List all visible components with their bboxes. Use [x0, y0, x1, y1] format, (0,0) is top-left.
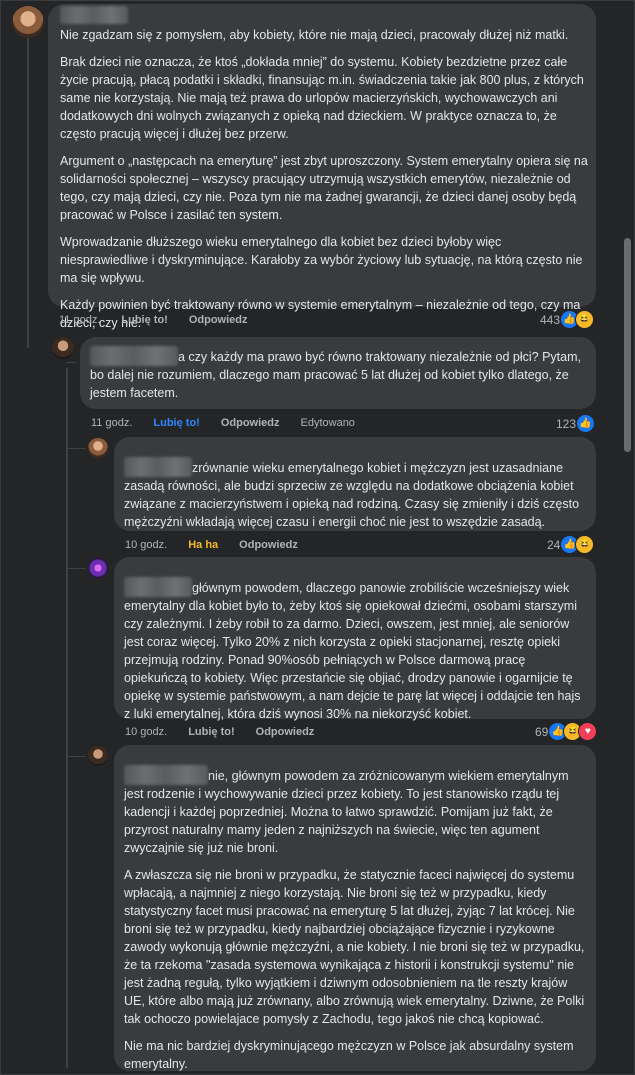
comment-paragraph: Wprowadzanie dłuższego wieku emerytalneg… — [60, 235, 583, 285]
author-name[interactable] — [90, 346, 178, 366]
heart-icon: ♥ — [578, 722, 598, 741]
laughing-face-icon: 😆 — [575, 310, 595, 329]
avatar[interactable] — [88, 438, 108, 458]
comment-bubble: zrównanie wieku emerytalnego kobiet i mę… — [114, 437, 596, 531]
comment-actions: 10 godz. Ha ha Odpowiedz — [125, 536, 298, 554]
reaction-count: 123 — [556, 416, 577, 431]
comment-bubble: a czy każdy ma prawo być równo traktowan… — [80, 337, 596, 409]
comment-text: nie, głównym powodem za zróżnicowanym wi… — [124, 765, 588, 1073]
reactions[interactable]: 123 👍 — [556, 414, 596, 433]
comment-paragraph: głównym powodem, dlaczego panowie zrobil… — [124, 581, 581, 721]
timestamp[interactable]: 11 godz. — [59, 311, 100, 329]
avatar[interactable] — [88, 746, 108, 766]
avatar[interactable] — [88, 558, 108, 578]
comment-paragraph: Argument o „następcach na emeryturę” jes… — [60, 154, 588, 222]
author-name[interactable] — [124, 765, 208, 785]
comment-paragraph: Nie zgadzam się z pomysłem, aby kobiety,… — [60, 28, 569, 42]
reply-button[interactable]: Odpowiedz — [239, 536, 298, 554]
author-name[interactable] — [124, 577, 192, 597]
like-button[interactable]: Lubię to! — [188, 723, 234, 741]
author-name[interactable] — [124, 457, 192, 477]
comment-bubble: nie, głównym powodem za zróżnicowanym wi… — [114, 745, 596, 1071]
thread-line — [66, 448, 86, 449]
comment-paragraph: Brak dzieci nie oznacza, że ktoś „dokład… — [60, 55, 584, 141]
thread-line — [66, 362, 76, 363]
comment-text: zrównanie wieku emerytalnego kobiet i mę… — [124, 457, 588, 531]
comment-actions: 11 godz. Lubię to! Odpowiedz Edytowano — [91, 414, 355, 432]
comment-bubble: głównym powodem, dlaczego panowie zrobil… — [114, 557, 596, 721]
thread-line — [27, 38, 29, 348]
timestamp[interactable]: 11 godz. — [91, 414, 132, 432]
reactions[interactable]: 24 👍 😆 — [547, 535, 595, 554]
reply-button[interactable]: Odpowiedz — [256, 723, 315, 741]
author-name[interactable] — [60, 6, 128, 24]
haha-button[interactable]: Ha ha — [188, 536, 218, 554]
reactions[interactable]: 69 👍 😆 ♥ — [535, 722, 598, 741]
thread-line — [66, 368, 68, 1068]
avatar[interactable] — [12, 6, 44, 38]
reaction-count: 24 — [547, 537, 561, 552]
thumbs-up-icon: 👍 — [576, 414, 596, 433]
avatar[interactable] — [52, 337, 74, 359]
comment-paragraph: Nie ma nic bardziej dyskryminującego męż… — [124, 1039, 574, 1071]
reply-button[interactable]: Odpowiedz — [221, 414, 280, 432]
reply-button[interactable]: Odpowiedz — [189, 311, 248, 329]
comment-bubble: Nie zgadzam się z pomysłem, aby kobiety,… — [48, 4, 596, 330]
comment-paragraph: A zwłaszcza się nie broni w przypadku, ż… — [124, 868, 585, 1026]
laughing-face-icon: 😆 — [575, 535, 595, 554]
comment-paragraph: zrównanie wieku emerytalnego kobiet i mę… — [124, 461, 580, 529]
reaction-count: 69 — [535, 724, 549, 739]
comment-actions: 11 godz. Lubię to! Odpowiedz — [59, 311, 248, 329]
comment-text: Nie zgadzam się z pomysłem, aby kobiety,… — [60, 26, 588, 332]
timestamp[interactable]: 10 godz. — [125, 536, 167, 554]
thread-line — [66, 756, 86, 757]
like-button[interactable]: Lubię to! — [121, 311, 167, 329]
thread-line — [66, 568, 86, 569]
edited-label[interactable]: Edytowano — [301, 414, 355, 432]
timestamp[interactable]: 10 godz. — [125, 723, 167, 741]
reactions[interactable]: 443 👍 😆 — [540, 310, 595, 329]
reaction-count: 443 — [540, 312, 561, 327]
like-button[interactable]: Lubię to! — [153, 414, 199, 432]
comment-actions: 10 godz. Lubię to! Odpowiedz — [125, 723, 314, 741]
scrollbar[interactable] — [624, 238, 631, 452]
comment-text: głównym powodem, dlaczego panowie zrobil… — [124, 577, 588, 723]
comment-text: a czy każdy ma prawo być równo traktowan… — [90, 346, 590, 402]
